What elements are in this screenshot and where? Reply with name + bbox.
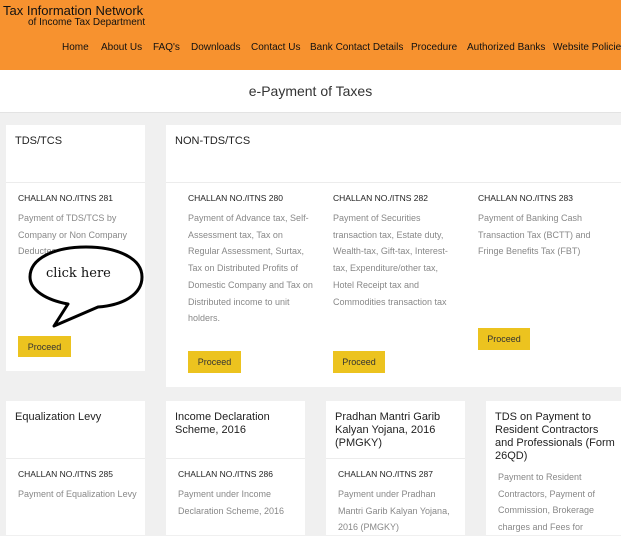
tds-card-title: TDS/TCS [15,135,63,147]
nav-about-us[interactable]: About Us [101,42,142,53]
itns-285-description: Payment of Equalization Levy [18,489,137,499]
nav-faqs[interactable]: FAQ's [153,42,180,53]
site-header: Tax Information Network of Income Tax De… [0,0,621,70]
site-subtitle: of Income Tax Department [28,17,146,28]
equalization-levy-card: Equalization Levy CHALLAN NO./ITNS 285 P… [6,401,145,535]
income-declaration-card: Income Declaration Scheme, 2016 CHALLAN … [166,401,305,535]
itns-282-description: Payment of Securities transaction tax, E… [333,213,448,307]
itns-280-description: Payment of Advance tax, Self-Assessment … [188,213,313,324]
page-title-bar: e-Payment of Taxes [0,70,621,113]
itns-283-description: Payment of Banking Cash Transaction Tax … [478,213,591,257]
nav-contact-us[interactable]: Contact Us [251,42,300,53]
pmgky-card: Pradhan Mantri Garib Kalyan Yojana, 2016… [326,401,465,535]
non-tds-card-title: NON-TDS/TCS [175,135,251,147]
itns-280-challan-number: CHALLAN NO./ITNS 280 [188,193,283,203]
itns-280-proceed-button[interactable]: Proceed [188,351,241,373]
nav-home[interactable]: Home [62,42,89,53]
tds-challan-number: CHALLAN NO./ITNS 281 [18,193,113,203]
itns-285-challan-number: CHALLAN NO./ITNS 285 [18,469,113,479]
card-divider [6,182,145,183]
itns-283-proceed-button[interactable]: Proceed [478,328,530,350]
card-divider [166,458,305,459]
itns-287-description: Payment under Pradhan Mantri Garib Kalya… [338,489,450,533]
itns-286-challan-number: CHALLAN NO./ITNS 286 [178,469,273,479]
nav-bank-contact-details[interactable]: Bank Contact Details [310,42,403,53]
site-title[interactable]: Tax Information Network [3,3,143,18]
form-26qd-card: TDS on Payment to Resident Contractors a… [486,401,621,535]
nav-procedure[interactable]: Procedure [411,42,457,53]
non-tds-card: NON-TDS/TCS CHALLAN NO./ITNS 280 Payment… [166,125,621,387]
itns-282-proceed-button[interactable]: Proceed [333,351,385,373]
main-nav: Home About Us FAQ's Downloads Contact Us… [0,42,621,56]
card-divider [326,458,465,459]
card-divider [166,182,621,183]
income-declaration-title: Income Declaration Scheme, 2016 [175,411,270,436]
equalization-levy-title: Equalization Levy [15,411,102,423]
card-divider [6,458,145,459]
nav-downloads[interactable]: Downloads [191,42,240,53]
itns-282-challan-number: CHALLAN NO./ITNS 282 [333,193,428,203]
callout-text: click here [46,266,111,281]
itns-286-description: Payment under Income Declaration Scheme,… [178,489,285,516]
nav-website-policies[interactable]: Website Policies [553,42,621,53]
tds-proceed-button[interactable]: Proceed [18,336,71,357]
pmgky-title: Pradhan Mantri Garib Kalyan Yojana, 2016… [335,411,441,449]
nav-authorized-banks[interactable]: Authorized Banks [467,42,545,53]
form-26qd-description: Payment to Resident Contractors, Payment… [498,472,596,533]
speech-bubble-icon [28,245,144,328]
form-26qd-title: TDS on Payment to Resident Contractors a… [495,411,615,462]
itns-283-challan-number: CHALLAN NO./ITNS 283 [478,193,573,203]
itns-287-challan-number: CHALLAN NO./ITNS 287 [338,469,433,479]
page-title: e-Payment of Taxes [248,83,373,99]
